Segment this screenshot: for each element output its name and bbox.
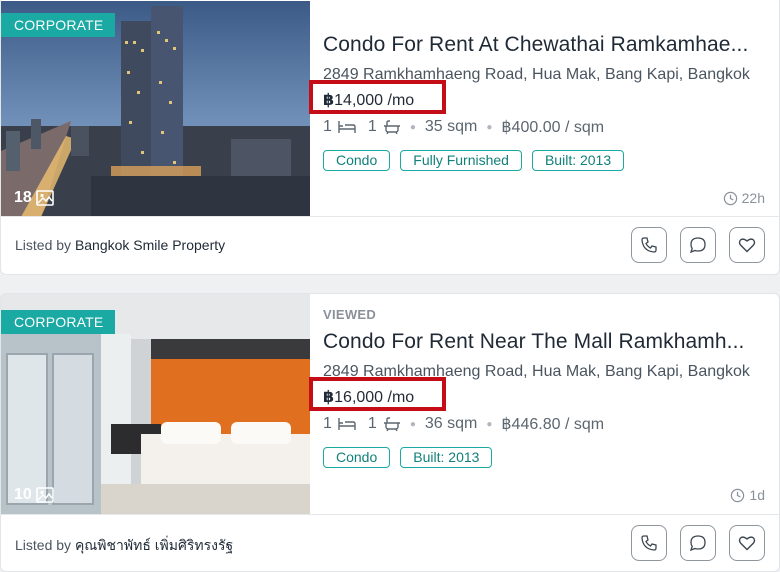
tag-list: Condo Built: 2013 [323, 447, 493, 468]
price-highlight-box [309, 80, 446, 114]
image-icon [35, 190, 54, 206]
bath-icon [383, 120, 400, 134]
separator-dot: ● [409, 418, 416, 430]
listing-card[interactable]: CORPORATE 10 VIEWED Condo For Rent Near … [0, 293, 780, 572]
chat-button[interactable] [680, 227, 716, 263]
listing-specs: 1 1 ● 35 sqm ● ฿400.00 / sqm [323, 117, 604, 137]
listed-by-prefix: Listed by [15, 237, 75, 253]
chat-button[interactable] [680, 525, 716, 561]
image-icon [35, 487, 54, 503]
price-per-sqm: ฿400.00 / sqm [501, 119, 605, 136]
clock-icon [731, 488, 745, 502]
viewed-label: VIEWED [323, 307, 377, 322]
posted-time: 22h [723, 190, 765, 206]
bath-icon [383, 417, 400, 431]
call-button[interactable] [631, 227, 667, 263]
card-divider [1, 216, 779, 217]
baths-count: 1 [367, 415, 377, 432]
tag-list: Condo Fully Furnished Built: 2013 [323, 150, 625, 171]
card-actions [631, 525, 765, 561]
listing-specs: 1 1 ● 36 sqm ● ฿446.80 / sqm [323, 414, 604, 434]
phone-icon [641, 535, 657, 551]
corporate-badge: CORPORATE [1, 13, 116, 37]
price-per-sqm: ฿446.80 / sqm [501, 416, 605, 433]
listed-by: Listed by คุณพิชาพัทธ์ เพิ่มศิริทรงรัฐ [15, 535, 233, 557]
tag-condo: Condo [323, 150, 391, 171]
photo-count[interactable]: 10 [14, 486, 54, 504]
phone-icon [641, 237, 657, 253]
corporate-badge: CORPORATE [1, 310, 116, 334]
listing-title[interactable]: Condo For Rent Near The Mall Ramkhamh... [323, 330, 767, 354]
photo-count[interactable]: 18 [14, 189, 54, 207]
area: 35 sqm [424, 118, 478, 135]
favorite-button[interactable] [729, 525, 765, 561]
call-button[interactable] [631, 525, 667, 561]
heart-icon [738, 536, 756, 551]
favorite-button[interactable] [729, 227, 765, 263]
baths-count: 1 [367, 118, 377, 135]
separator-dot: ● [409, 121, 416, 133]
price-highlight-box [309, 377, 446, 411]
agent-name[interactable]: คุณพิชาพัทธ์ เพิ่มศิริทรงรัฐ [75, 537, 233, 553]
bed-icon [338, 418, 356, 430]
chat-icon [689, 535, 706, 552]
clock-icon [723, 191, 737, 205]
listed-by: Listed by Bangkok Smile Property [15, 237, 225, 253]
card-divider [1, 514, 779, 515]
bed-icon [338, 121, 356, 133]
listing-title[interactable]: Condo For Rent At Chewathai Ramkamhae... [323, 33, 767, 57]
tag-fully-furnished: Fully Furnished [400, 150, 522, 171]
tag-built-year: Built: 2013 [531, 150, 625, 171]
listing-photo[interactable]: CORPORATE 18 [1, 1, 310, 217]
chat-icon [689, 237, 706, 254]
card-actions [631, 227, 765, 263]
tag-condo: Condo [323, 447, 391, 468]
agent-name[interactable]: Bangkok Smile Property [75, 237, 225, 253]
tag-built-year: Built: 2013 [400, 447, 493, 468]
photo-count-value: 10 [14, 486, 32, 503]
separator-dot: ● [486, 418, 493, 430]
beds-count: 1 [323, 118, 332, 135]
listing-photo[interactable]: CORPORATE 10 [1, 294, 310, 514]
separator-dot: ● [486, 121, 493, 133]
heart-icon [738, 238, 756, 253]
posted-time: 1d [730, 487, 765, 503]
area: 36 sqm [424, 415, 478, 432]
listing-card[interactable]: CORPORATE 18 Condo For Rent At Chewathai… [0, 0, 780, 275]
photo-count-value: 18 [14, 189, 32, 206]
beds-count: 1 [323, 415, 332, 432]
listed-by-prefix: Listed by [15, 537, 75, 553]
posted-time-value: 22h [741, 190, 765, 206]
posted-time-value: 1d [749, 487, 765, 503]
